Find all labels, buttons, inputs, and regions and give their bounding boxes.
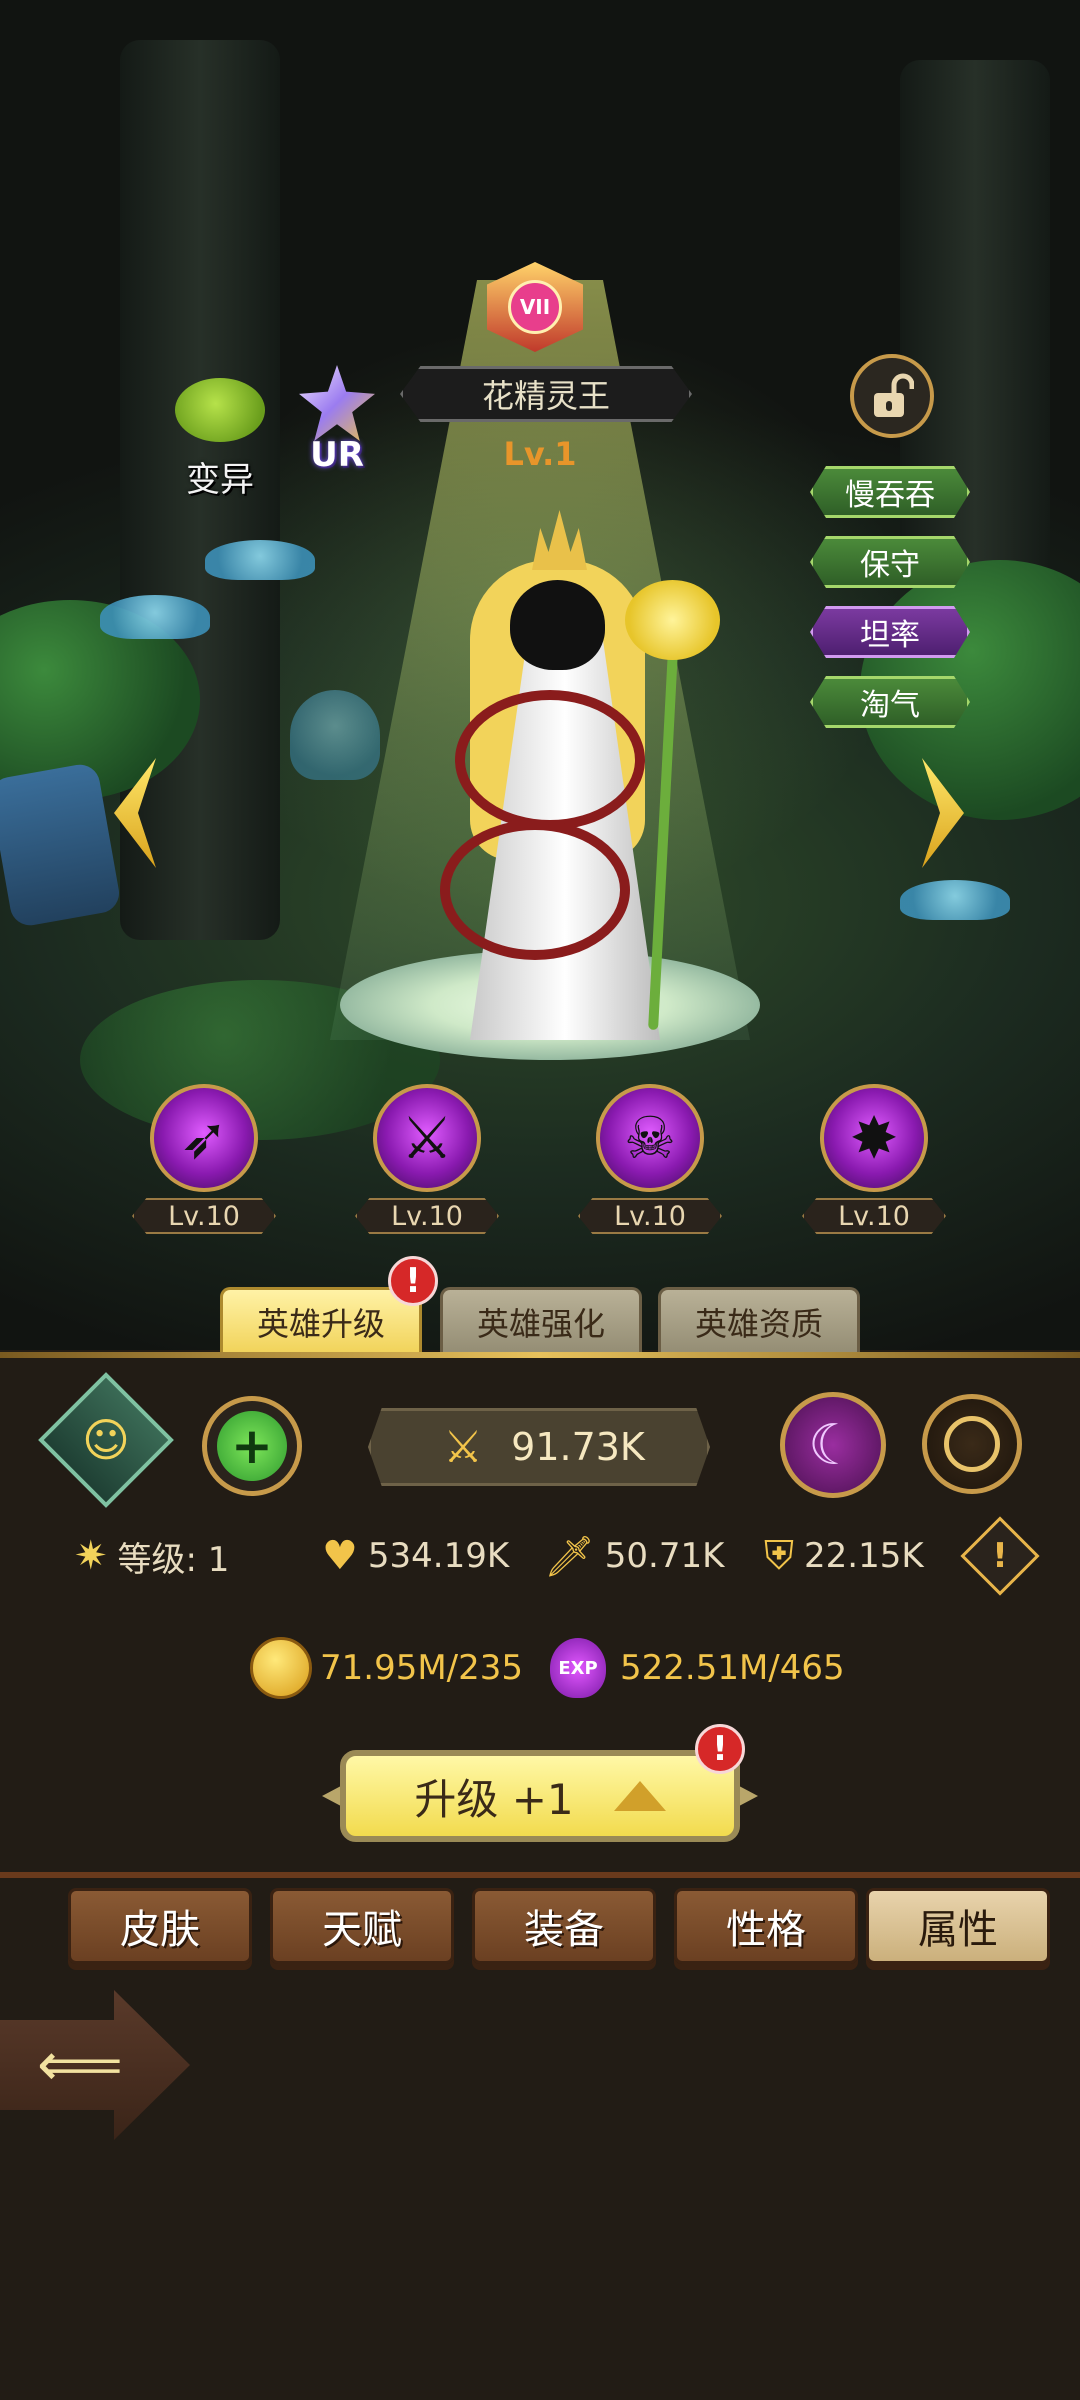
hero-portrait-icon: ☺: [82, 1413, 130, 1467]
defense-stat: ⛨ 22.15K: [764, 1530, 924, 1582]
upgrade-button[interactable]: 升级 +1: [340, 1750, 740, 1842]
rarity-badge: UR: [292, 365, 382, 483]
shield-icon: ⛨: [764, 1533, 794, 1579]
menu-attributes[interactable]: 属性: [866, 1888, 1050, 1964]
hp-stat: ♥ 534.19K: [322, 1530, 509, 1582]
hp-value: 534.19K: [367, 1536, 510, 1576]
tab-hero-aptitude[interactable]: 英雄资质: [658, 1287, 860, 1353]
mutation-label: 变异: [186, 460, 254, 500]
crossed-swords-icon: ⚔: [443, 1421, 483, 1473]
attack-value: 50.71K: [604, 1536, 725, 1576]
defense-value: 22.15K: [804, 1536, 924, 1576]
dash-skill-icon: ➶: [179, 1104, 229, 1172]
alert-badge: !: [388, 1256, 438, 1306]
hero-level: Lv.1: [503, 435, 577, 473]
trait-tag[interactable]: 坦率: [810, 606, 970, 658]
attack-stat: 🗡 50.71K: [544, 1530, 724, 1582]
mushroom: [900, 880, 1010, 920]
skull-skill-icon: ☠: [624, 1104, 676, 1172]
skill-skull[interactable]: ☠: [596, 1084, 704, 1192]
hero-name: 花精灵王: [400, 366, 692, 422]
heart-icon: ♥: [322, 1533, 358, 1579]
thorn-vine: [455, 690, 645, 830]
hero-portrait-button[interactable]: ☺: [38, 1372, 174, 1508]
combat-power: ⚔ 91.73K: [368, 1408, 710, 1486]
skill-level: Lv.10: [802, 1198, 946, 1234]
back-button[interactable]: ⟸: [0, 1990, 190, 2140]
gold-cost: 71.95M/235: [250, 1636, 523, 1700]
gold-cost-value: 71.95M/235: [320, 1648, 524, 1688]
moon-icon: ☾: [807, 1412, 859, 1478]
tab-divider: [0, 1352, 1080, 1358]
menu-personality[interactable]: 性格: [674, 1888, 858, 1964]
menu-talent[interactable]: 天赋: [270, 1888, 454, 1964]
upgrade-label: 升级 +1: [414, 1774, 574, 1824]
exp-cost: EXP 522.51M/465: [550, 1636, 845, 1700]
mushroom: [205, 540, 315, 580]
up-arrow-icon: [613, 1781, 666, 1811]
mutation-badge[interactable]: 变异: [170, 378, 270, 518]
star-icon: ✷: [74, 1533, 108, 1579]
shatter-skill-icon: ✸: [849, 1104, 899, 1172]
plus-icon: +: [217, 1411, 287, 1481]
gear-icon: [944, 1416, 1000, 1472]
tab-hero-upgrade[interactable]: 英雄升级: [220, 1287, 422, 1353]
unlock-icon: [874, 373, 914, 417]
level-stat: ✷ 等级: 1: [74, 1530, 229, 1582]
virus-icon: [175, 378, 265, 442]
trait-tag[interactable]: 保守: [810, 536, 970, 588]
power-value: 91.73K: [511, 1425, 645, 1469]
exp-icon: EXP: [550, 1638, 606, 1698]
slash-skill-icon: ⚔: [401, 1104, 453, 1172]
gear-button[interactable]: [922, 1394, 1022, 1494]
level-label: 等级: 1: [117, 1539, 230, 1580]
rarity-label: UR: [310, 435, 364, 475]
skill-slash[interactable]: ⚔: [373, 1084, 481, 1192]
menu-equipment[interactable]: 装备: [472, 1888, 656, 1964]
star-gem-icon: [299, 365, 375, 441]
skill-shatter[interactable]: ✸: [820, 1084, 928, 1192]
mushroom: [290, 690, 380, 780]
heal-button[interactable]: +: [202, 1396, 302, 1496]
gold-coin-icon: [250, 1637, 312, 1699]
lock-button[interactable]: [850, 354, 934, 438]
menu-divider: [0, 1872, 1080, 1878]
tab-hero-enhance[interactable]: 英雄强化: [440, 1287, 642, 1353]
stat-info-button[interactable]: !: [960, 1516, 1040, 1596]
rank-numeral: VII: [508, 280, 562, 334]
trident-back-icon: ⟸: [36, 2030, 123, 2100]
skill-dash[interactable]: ➶: [150, 1084, 258, 1192]
skill-level: Lv.10: [355, 1198, 499, 1234]
hero-flower: [625, 580, 720, 660]
sword-icon: 🗡: [544, 1533, 595, 1580]
skill-level: Lv.10: [578, 1198, 722, 1234]
thorn-vine: [440, 820, 630, 960]
warning-icon: !: [992, 1536, 1008, 1576]
mushroom: [100, 595, 210, 639]
skill-level: Lv.10: [132, 1198, 276, 1234]
trait-tag[interactable]: 淘气: [810, 676, 970, 728]
trait-tag[interactable]: 慢吞吞: [810, 466, 970, 518]
exp-cost-value: 522.51M/465: [620, 1648, 845, 1688]
hero-face: [510, 580, 605, 670]
menu-skin[interactable]: 皮肤: [68, 1888, 252, 1964]
alert-badge: !: [695, 1724, 745, 1774]
moon-button[interactable]: ☾: [780, 1392, 886, 1498]
